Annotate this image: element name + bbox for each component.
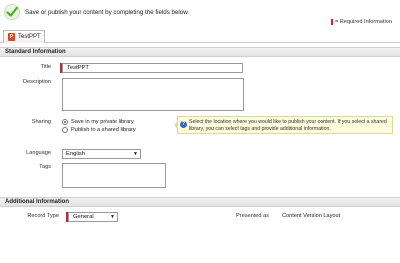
help-icon: ?: [180, 121, 187, 128]
sharing-option-private[interactable]: Save in my private library: [62, 119, 134, 125]
tab-strip: P TestPPT: [0, 30, 400, 43]
radio-private[interactable]: [62, 119, 68, 125]
sharing-option-label: Publish to a shared library: [71, 127, 136, 133]
header-message: Save or publish your content by completi…: [25, 9, 190, 16]
required-legend: = Required Information: [330, 19, 392, 25]
record-type-label: Record Type: [27, 213, 59, 219]
tags-label: Tags: [39, 164, 51, 170]
page-header: Save or publish your content by completi…: [0, 0, 400, 28]
sharing-help-text: Select the location where you would like…: [189, 119, 387, 132]
section-header-additional: Additional Information: [0, 197, 400, 207]
sharing-help-tooltip: ? Select the location where you would li…: [174, 116, 393, 134]
checkmark-icon: [4, 4, 20, 20]
language-select[interactable]: English ▼: [62, 149, 141, 159]
record-type-select[interactable]: General ▼: [68, 212, 118, 222]
section-header-standard: Standard Information: [0, 47, 400, 57]
required-marker-icon: [330, 19, 333, 25]
tab-label: TestPPT: [18, 34, 41, 40]
presented-as-value: Content Version Layout: [282, 213, 341, 219]
language-label: Language: [26, 150, 51, 156]
language-value: English: [66, 151, 86, 157]
title-input[interactable]: TestPPT: [62, 63, 243, 73]
tab-testppt[interactable]: P TestPPT: [3, 30, 45, 43]
tooltip-arrow: [174, 121, 178, 129]
ppt-file-icon: P: [8, 33, 15, 41]
tags-textarea[interactable]: [62, 163, 166, 188]
radio-shared[interactable]: [62, 127, 68, 133]
record-type-value: General: [73, 214, 94, 220]
sharing-option-label: Save in my private library: [71, 119, 134, 125]
title-label: Title: [40, 64, 51, 70]
sharing-label: Sharing: [31, 119, 51, 125]
required-legend-text: = Required Information: [334, 19, 392, 25]
description-textarea[interactable]: [62, 78, 244, 111]
sharing-option-shared[interactable]: Publish to a shared library: [62, 127, 136, 133]
chevron-down-icon: ▼: [110, 214, 115, 220]
description-label: Description: [23, 79, 51, 85]
presented-as-label: Presented as: [236, 213, 269, 219]
chevron-down-icon: ▼: [133, 151, 138, 157]
